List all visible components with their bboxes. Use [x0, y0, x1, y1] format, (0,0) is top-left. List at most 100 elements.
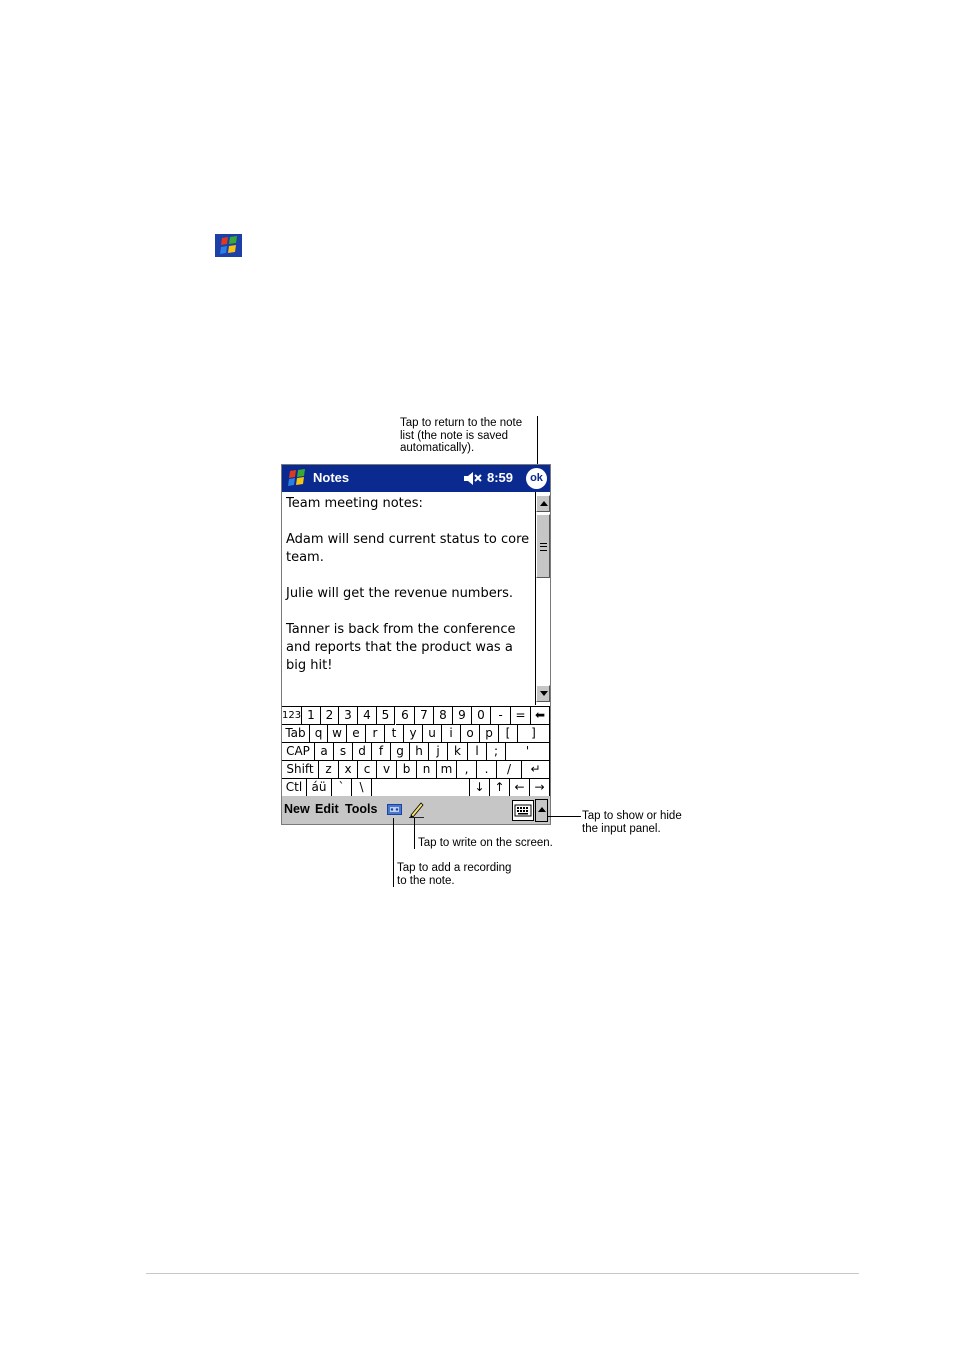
key[interactable]: ' — [506, 743, 550, 761]
key[interactable]: ↵ — [522, 761, 550, 779]
key[interactable]: . — [477, 761, 497, 779]
key[interactable]: n — [417, 761, 437, 779]
app-title: Notes — [313, 470, 350, 485]
note-body[interactable]: Team meeting notes: Adam will send curren… — [282, 492, 535, 705]
key[interactable]: z — [319, 761, 339, 779]
scroll-up-icon — [540, 501, 548, 506]
key[interactable]: Shift — [282, 761, 319, 779]
key[interactable]: / — [497, 761, 522, 779]
key[interactable]: 4 — [358, 707, 377, 725]
key[interactable]: 8 — [434, 707, 453, 725]
callout-ok-leader — [537, 416, 538, 466]
key[interactable]: c — [358, 761, 377, 779]
pocket-pc-window: Notes 8:59 ok Team meeting notes: Adam wi… — [281, 464, 551, 825]
footer-divider — [146, 1273, 859, 1274]
key[interactable]: 1 — [302, 707, 321, 725]
key[interactable]: t — [385, 725, 404, 743]
ok-button[interactable]: ok — [526, 468, 547, 489]
key[interactable]: u — [423, 725, 442, 743]
key[interactable]: áü — [307, 779, 332, 797]
key[interactable]: 3 — [339, 707, 358, 725]
note-line[interactable]: Julie will get the revenue numbers. — [286, 585, 513, 603]
key[interactable]: r — [366, 725, 385, 743]
callout-ok: Tap to return to the note list (the note… — [400, 417, 523, 454]
key[interactable]: 123 — [282, 707, 302, 725]
key[interactable]: ; — [487, 743, 506, 761]
callout-write: Tap to write on the screen. — [418, 837, 553, 849]
key[interactable]: g — [391, 743, 410, 761]
scroll-down-icon — [540, 691, 548, 696]
pen-icon[interactable] — [408, 800, 425, 818]
key[interactable]: i — [442, 725, 461, 743]
note-line[interactable]: Adam will send current status to core — [286, 531, 529, 549]
key[interactable]: s — [334, 743, 353, 761]
keyboard-row: Tab q w e r t y u i o p[] — [282, 725, 550, 743]
key[interactable]: k — [448, 743, 468, 761]
key[interactable]: e — [347, 725, 366, 743]
key[interactable]: ⬅ — [531, 707, 550, 725]
space-key[interactable] — [372, 779, 470, 797]
key[interactable]: q — [310, 725, 328, 743]
input-method-arrow[interactable] — [535, 799, 548, 822]
key[interactable]: [ — [499, 725, 518, 743]
key[interactable]: h — [410, 743, 429, 761]
note-line[interactable]: and reports that the product was a — [286, 639, 513, 657]
key[interactable]: - — [491, 707, 511, 725]
callout-input-panel-leader — [548, 816, 581, 817]
input-panel-button[interactable] — [512, 800, 534, 821]
key[interactable]: ` — [332, 779, 352, 797]
menu-tools[interactable]: Tools — [345, 802, 377, 816]
key[interactable]: Ctl — [282, 779, 307, 797]
soft-keyboard: 123 1 2 3 4 5 6 7 8 9 0- = ⬅ Tab q w e r t y u i o p[] CAP a s d f g h… — [282, 706, 550, 797]
windows-flag-icon — [215, 234, 242, 257]
recording-icon[interactable] — [387, 804, 402, 815]
key[interactable]: ↓ — [470, 779, 490, 797]
key[interactable]: 6 — [396, 707, 415, 725]
grip-icon — [540, 543, 547, 551]
key[interactable]: ← — [510, 779, 530, 797]
key[interactable]: o — [461, 725, 480, 743]
key[interactable]: 7 — [415, 707, 434, 725]
key[interactable]: d — [353, 743, 372, 761]
scroll-thumb[interactable] — [536, 514, 550, 578]
key[interactable]: , — [457, 761, 477, 779]
keyboard-row: 123 1 2 3 4 5 6 7 8 9 0- = ⬅ — [282, 707, 550, 725]
key[interactable]: v — [377, 761, 397, 779]
key[interactable]: 5 — [377, 707, 395, 725]
key[interactable]: 2 — [321, 707, 339, 725]
note-line[interactable]: big hit! — [286, 657, 332, 675]
menu-new[interactable]: New — [284, 802, 310, 816]
key[interactable]: m — [437, 761, 457, 779]
key[interactable]: w — [328, 725, 347, 743]
key[interactable]: 9 — [453, 707, 472, 725]
keyboard-icon — [514, 804, 532, 817]
key[interactable]: 0 — [472, 707, 491, 725]
note-line[interactable]: team. — [286, 549, 324, 567]
note-line[interactable]: Team meeting notes: — [286, 495, 423, 513]
chevron-up-icon — [538, 807, 546, 812]
vertical-scrollbar[interactable] — [535, 492, 550, 705]
start-menu-icon[interactable] — [284, 467, 310, 489]
key[interactable]: ↑ — [490, 779, 510, 797]
key[interactable]: = — [511, 707, 531, 725]
key[interactable]: \ — [352, 779, 372, 797]
menu-edit[interactable]: Edit — [315, 802, 339, 816]
key[interactable]: → — [530, 779, 550, 797]
key[interactable]: p — [480, 725, 499, 743]
key[interactable]: Tab — [282, 725, 310, 743]
key[interactable]: CAP — [282, 743, 315, 761]
speaker-muted-icon[interactable] — [463, 470, 485, 487]
callout-recording: Tap to add a recording to the note. — [397, 862, 512, 887]
key[interactable]: ] — [518, 725, 550, 743]
clock[interactable]: 8:59 — [487, 470, 513, 485]
key[interactable]: j — [429, 743, 448, 761]
key[interactable]: l — [468, 743, 487, 761]
scroll-down-button[interactable] — [536, 685, 550, 702]
note-line[interactable]: Tanner is back from the conference — [286, 621, 515, 639]
scroll-up-button[interactable] — [536, 495, 550, 512]
key[interactable]: x — [339, 761, 358, 779]
key[interactable]: b — [397, 761, 417, 779]
key[interactable]: a — [315, 743, 334, 761]
key[interactable]: y — [404, 725, 423, 743]
key[interactable]: f — [372, 743, 391, 761]
